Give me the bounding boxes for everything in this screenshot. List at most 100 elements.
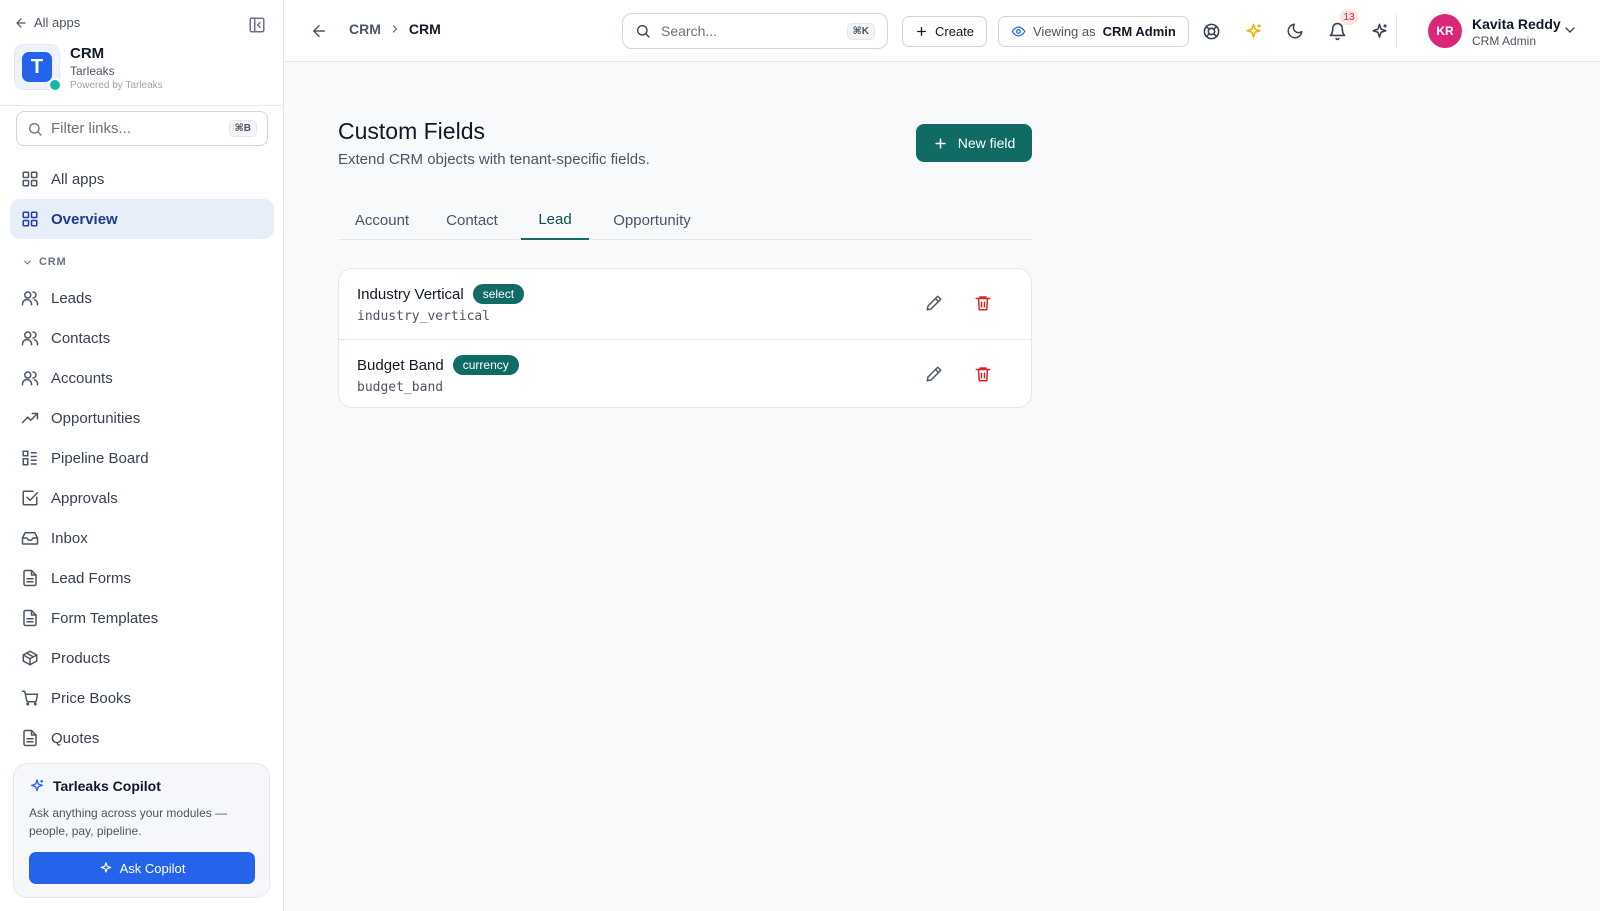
- collapse-sidebar-button[interactable]: [246, 14, 268, 36]
- list-item: Industry Vertical select industry_vertic…: [339, 269, 1031, 339]
- eye-icon: [1011, 26, 1026, 37]
- field-key: industry_vertical: [357, 309, 491, 324]
- sidebar-item-quotes[interactable]: Quotes: [10, 718, 274, 758]
- sidebar-item-opportunities[interactable]: Opportunities: [10, 398, 274, 438]
- sidebar-collapse-icon: [249, 17, 265, 33]
- plus-icon: [917, 27, 926, 36]
- sidebar-item-lead-forms[interactable]: Lead Forms: [10, 558, 274, 598]
- back-button[interactable]: [308, 20, 330, 42]
- arrow-left-icon: [16, 17, 26, 28]
- grid-icon: [22, 211, 38, 227]
- edit-field-button[interactable]: [925, 365, 945, 385]
- sidebar-item-overview[interactable]: Overview: [10, 199, 274, 239]
- delete-field-button[interactable]: [974, 294, 994, 314]
- sidebar-item-approvals[interactable]: Approvals: [10, 478, 274, 518]
- field-key: budget_band: [357, 380, 444, 395]
- new-field-button[interactable]: New field: [916, 124, 1032, 162]
- tab-account[interactable]: Account: [338, 200, 426, 240]
- brand-status-dot: [48, 78, 62, 92]
- ask-copilot-button[interactable]: Ask Copilot: [29, 852, 255, 884]
- search-placeholder: Search...: [661, 23, 718, 39]
- viewing-as-label: Viewing as: [1033, 24, 1096, 39]
- sidebar-item-label: All apps: [51, 170, 105, 188]
- viewing-as-role: CRM Admin: [1102, 24, 1176, 39]
- viewing-as-button[interactable]: Viewing as CRM Admin: [998, 16, 1189, 47]
- pencil-icon: [926, 295, 942, 311]
- document-icon: [23, 729, 37, 747]
- sidebar-item-all-apps[interactable]: All apps: [10, 159, 274, 199]
- breadcrumb-current: CRM: [408, 21, 441, 37]
- tab-contact[interactable]: Contact: [438, 200, 506, 240]
- cart-icon: [21, 690, 39, 706]
- all-apps-back-link[interactable]: All apps: [14, 15, 80, 30]
- theme-toggle-button[interactable]: [1283, 19, 1307, 43]
- check-square-icon: [22, 490, 39, 506]
- trash-icon: [975, 296, 991, 311]
- inbox-icon: [21, 532, 39, 545]
- bell-icon: [1329, 22, 1345, 40]
- plus-icon: [935, 137, 946, 149]
- sparkles-icon: [1245, 23, 1261, 38]
- field-type-badge: select: [472, 284, 525, 304]
- trash-icon: [975, 367, 991, 382]
- global-search-input[interactable]: Search... ⌘K: [622, 13, 888, 49]
- kanban-icon: [22, 450, 37, 466]
- sparkles-icon: [1371, 23, 1387, 38]
- sidebar-item-price-books[interactable]: Price Books: [10, 678, 274, 718]
- sidebar-item-products[interactable]: Products: [10, 638, 274, 678]
- sidebar-item-pipeline-board[interactable]: Pipeline Board: [10, 438, 274, 478]
- sidebar-item-form-templates[interactable]: Form Templates: [10, 598, 274, 638]
- sidebar-item-label: Inbox: [51, 529, 88, 547]
- sidebar: All apps T CRM Tarleaks Powered by Tarle…: [0, 0, 284, 911]
- document-icon: [23, 569, 37, 587]
- page-title: Custom Fields: [338, 118, 485, 144]
- avatar[interactable]: KR: [1428, 14, 1462, 48]
- sidebar-section-crm[interactable]: CRM: [22, 256, 66, 268]
- help-button[interactable]: [1199, 19, 1223, 43]
- users-icon: [21, 331, 39, 346]
- new-field-label: New field: [957, 135, 1016, 151]
- ai-assist-button[interactable]: [1241, 19, 1265, 43]
- sidebar-item-inbox[interactable]: Inbox: [10, 518, 274, 558]
- user-menu-toggle[interactable]: [1562, 22, 1580, 40]
- users-icon: [21, 291, 39, 306]
- sparkles-icon: [100, 862, 111, 873]
- edit-field-button[interactable]: [925, 294, 945, 314]
- copilot-button[interactable]: [1367, 19, 1391, 43]
- brand: T CRM Tarleaks Powered by Tarleaks: [14, 44, 163, 93]
- lifebuoy-icon: [1203, 23, 1219, 39]
- moon-icon: [1287, 23, 1303, 39]
- pencil-icon: [926, 366, 942, 382]
- delete-field-button[interactable]: [974, 365, 994, 385]
- sidebar-item-contacts[interactable]: Contacts: [10, 318, 274, 358]
- search-icon: [29, 122, 42, 136]
- filter-links-input[interactable]: Filter links... ⌘B: [16, 111, 268, 146]
- user-menu[interactable]: Kavita Reddy CRM Admin: [1472, 15, 1561, 49]
- user-name: Kavita Reddy: [1472, 16, 1561, 32]
- page-subtitle: Extend CRM objects with tenant-specific …: [338, 151, 650, 168]
- sidebar-item-label: Form Templates: [51, 609, 159, 627]
- custom-fields-list: Industry Vertical select industry_vertic…: [338, 268, 1032, 408]
- topbar-divider: [1396, 14, 1397, 48]
- tab-opportunity[interactable]: Opportunity: [603, 200, 701, 240]
- sidebar-item-label: Products: [51, 649, 111, 667]
- create-button[interactable]: Create: [902, 16, 988, 47]
- chevron-down-icon: [24, 260, 31, 265]
- sidebar-item-accounts[interactable]: Accounts: [10, 358, 274, 398]
- sidebar-item-leads[interactable]: Leads: [10, 278, 274, 318]
- tab-lead[interactable]: Lead: [521, 200, 589, 240]
- sidebar-item-label: Pipeline Board: [51, 449, 149, 467]
- package-icon: [22, 650, 38, 666]
- all-apps-back-label: All apps: [34, 15, 81, 30]
- breadcrumb-item[interactable]: CRM: [349, 21, 381, 37]
- copilot-card: Tarleaks Copilot Ask anything across you…: [13, 763, 270, 898]
- field-type-badge: currency: [452, 355, 519, 375]
- brand-org: Tarleaks: [70, 64, 115, 78]
- copilot-description: Ask anything across your modules — peopl…: [29, 806, 228, 838]
- brand-powered-by: Powered by Tarleaks: [70, 80, 163, 91]
- field-name: Industry Vertical: [357, 285, 464, 303]
- copilot-title: Tarleaks Copilot: [53, 778, 161, 794]
- trending-up-icon: [21, 412, 39, 424]
- filter-links-placeholder: Filter links...: [51, 120, 132, 137]
- chevron-right-icon: [392, 25, 398, 33]
